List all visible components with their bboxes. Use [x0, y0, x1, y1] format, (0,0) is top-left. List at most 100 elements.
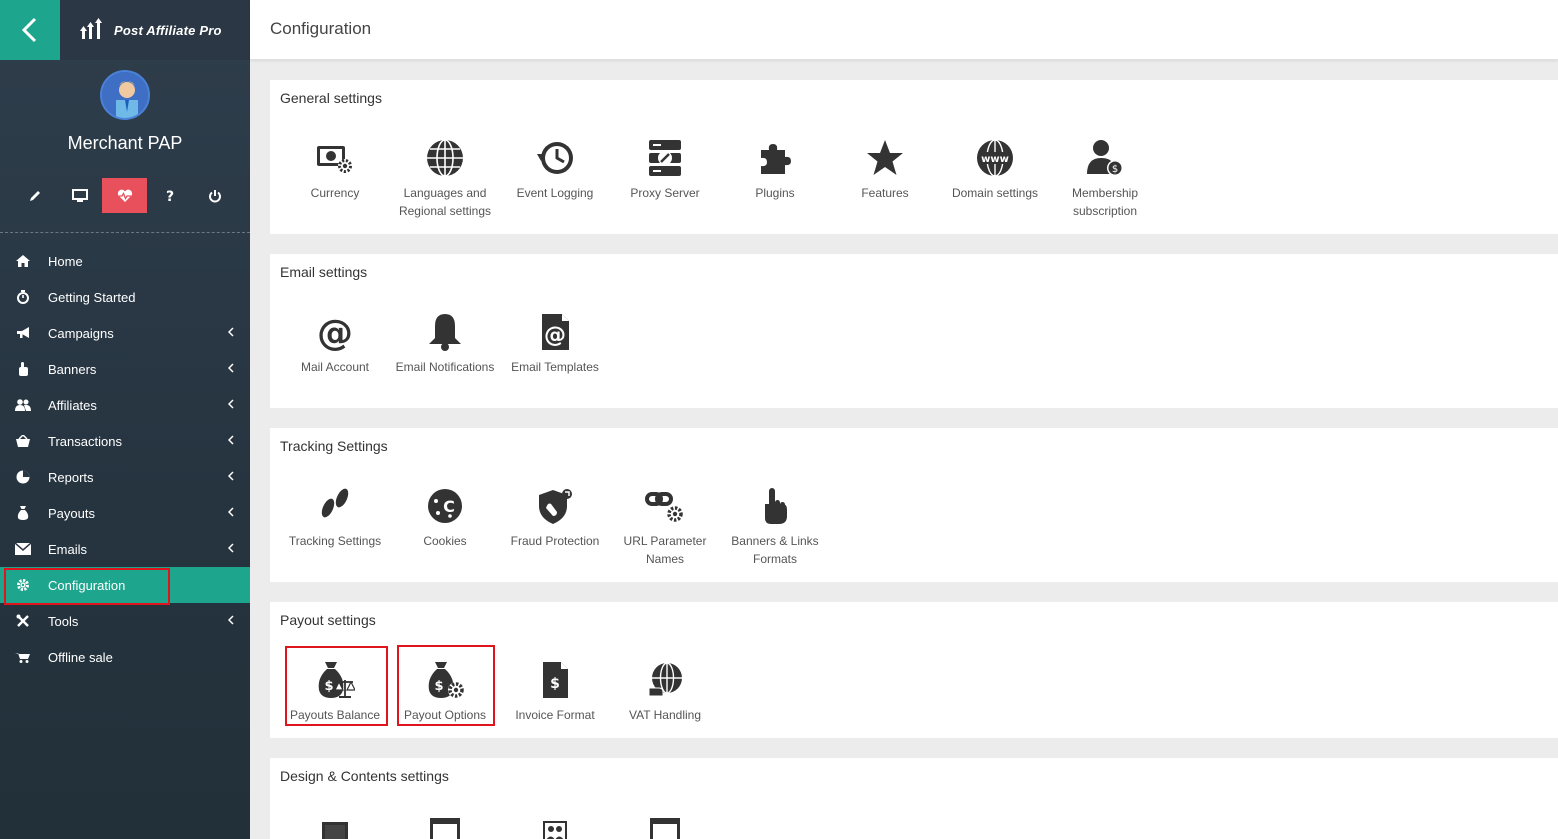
megaphone-icon: [15, 325, 31, 341]
at-sign-icon: @: [317, 313, 353, 352]
sidebar-item-label: Emails: [48, 541, 88, 557]
tile-label: Email Notifications: [395, 360, 495, 374]
help-icon: ?: [165, 189, 173, 203]
sidebar-toolbar: ?: [12, 178, 238, 213]
vat-handling-tile[interactable]: VAT Handling: [610, 656, 720, 724]
sidebar-item-campaigns[interactable]: Campaigns: [0, 315, 250, 351]
merchant-name: Merchant PAP: [67, 133, 183, 153]
avatar[interactable]: [100, 70, 150, 120]
general-settings-panel: General settings Currency Languages and …: [270, 80, 1558, 234]
gear-icon: [15, 577, 31, 593]
sidebar-nav: Home Getting Started Campaigns Banners A…: [0, 243, 250, 675]
shield-icon: [539, 489, 572, 524]
template-icon: [322, 822, 348, 839]
email-notifications-tile[interactable]: Email Notifications: [390, 308, 500, 376]
sidebar-item-payouts[interactable]: Payouts: [0, 495, 250, 531]
sidebar-item-reports[interactable]: Reports: [0, 459, 250, 495]
email-templates-tile[interactable]: @ Email Templates: [500, 308, 610, 376]
invoice-format-tile[interactable]: $ Invoice Format: [500, 656, 610, 724]
tile-label: Fraud Protection: [510, 534, 600, 548]
money-bag-icon: [15, 505, 31, 521]
edit-button[interactable]: [12, 178, 57, 213]
email-settings-panel: Email settings @ Mail Account Email Noti…: [270, 254, 1558, 408]
tile-label: Email Templates: [511, 360, 599, 374]
tile-label: URL Parameter Names: [623, 534, 707, 566]
svg-text:@: @: [317, 313, 353, 352]
membership-subscription-tile[interactable]: $ Membership subscription: [1050, 134, 1160, 220]
domain-settings-tile[interactable]: www Domain settings: [940, 134, 1050, 202]
sidebar-item-home[interactable]: Home: [0, 243, 250, 279]
currency-tile[interactable]: Currency: [280, 134, 390, 202]
url-parameter-names-tile[interactable]: URL Parameter Names: [610, 482, 720, 568]
sidebar-item-banners[interactable]: Banners: [0, 351, 250, 387]
proxy-server-tile[interactable]: Proxy Server: [610, 134, 720, 202]
chevron-left-icon: [228, 471, 234, 481]
brand[interactable]: Post Affiliate Pro: [60, 0, 250, 60]
tile-label: Membership subscription: [1071, 186, 1139, 218]
event-logging-tile[interactable]: Event Logging: [500, 134, 610, 202]
envelope-icon: [15, 541, 31, 557]
design-contents-settings-panel: Design & Contents settings: [270, 758, 1558, 839]
sidebar-item-configuration[interactable]: Configuration: [0, 567, 250, 605]
mail-account-tile[interactable]: @ Mail Account: [280, 308, 390, 376]
health-button[interactable]: [102, 178, 147, 213]
svg-text:www: www: [981, 154, 1009, 165]
user-dollar-icon: $: [1087, 140, 1123, 176]
sidebar-item-offline-sale[interactable]: Offline sale: [0, 639, 250, 675]
fraud-protection-tile[interactable]: Fraud Protection: [500, 482, 610, 550]
puzzle-icon: [761, 144, 791, 174]
basket-icon: [15, 433, 31, 449]
sidebar-item-tools[interactable]: Tools: [0, 603, 250, 639]
sidebar-item-getting-started[interactable]: Getting Started: [0, 279, 250, 315]
tile-label: Plugins: [755, 186, 795, 200]
sidebar-item-label: Reports: [48, 469, 94, 485]
tools-icon: [15, 613, 31, 629]
tile-label: Languages and Regional settings: [398, 186, 492, 218]
chevron-left-icon: [228, 615, 234, 625]
help-button[interactable]: ?: [147, 178, 192, 213]
payout-settings-panel: Payout settings $ Payouts Balance $ Payo…: [270, 602, 1558, 738]
plugins-tile[interactable]: Plugins: [720, 134, 830, 202]
tracking-settings-panel: Tracking Settings Tracking Settings C Co…: [270, 428, 1558, 582]
edit-icon: [29, 190, 40, 201]
chevron-left-icon: [21, 17, 37, 43]
logout-button[interactable]: [192, 178, 237, 213]
tile-label: Mail Account: [300, 360, 370, 374]
design-tile-4[interactable]: [610, 816, 720, 839]
back-button[interactable]: [0, 0, 60, 60]
monitor-icon: [71, 188, 88, 202]
tile-label: Features: [861, 186, 909, 200]
tile-label: VAT Handling: [628, 708, 702, 722]
tracking-settings-tile[interactable]: Tracking Settings: [280, 482, 390, 550]
page-title: Configuration: [270, 19, 372, 38]
cart-icon: [15, 649, 31, 665]
monitor-button[interactable]: [57, 178, 102, 213]
chevron-left-icon: [228, 507, 234, 517]
pie-chart-icon: [15, 469, 31, 485]
globe-hand-icon: [648, 662, 682, 697]
stopwatch-icon: [15, 289, 31, 305]
highlight-box: [285, 646, 388, 726]
sidebar-item-emails[interactable]: Emails: [0, 531, 250, 567]
image-users-icon: [543, 821, 567, 839]
languages-tile[interactable]: Languages and Regional settings: [390, 134, 500, 220]
power-icon: [208, 189, 221, 202]
design-tile-2[interactable]: [390, 816, 500, 839]
design-tile-3[interactable]: [500, 816, 610, 839]
tile-label: Tracking Settings: [288, 534, 382, 548]
svg-text:?: ?: [165, 189, 173, 203]
tile-label: Event Logging: [516, 186, 594, 200]
features-tile[interactable]: Features: [830, 134, 940, 202]
section-title: General settings: [280, 90, 382, 106]
users-icon: [15, 397, 31, 413]
highlight-box: [397, 645, 495, 726]
divider: [0, 232, 250, 233]
banners-links-formats-tile[interactable]: Banners & Links Formats: [720, 482, 830, 568]
sidebar-item-transactions[interactable]: Transactions: [0, 423, 250, 459]
sidebar-item-label: Banners: [48, 361, 97, 377]
design-tile-1[interactable]: [280, 816, 390, 839]
sidebar-item-affiliates[interactable]: Affiliates: [0, 387, 250, 423]
sidebar-item-label: Configuration: [48, 577, 126, 593]
cookies-tile[interactable]: C Cookies: [390, 482, 500, 550]
tile-label: Domain settings: [951, 186, 1039, 200]
